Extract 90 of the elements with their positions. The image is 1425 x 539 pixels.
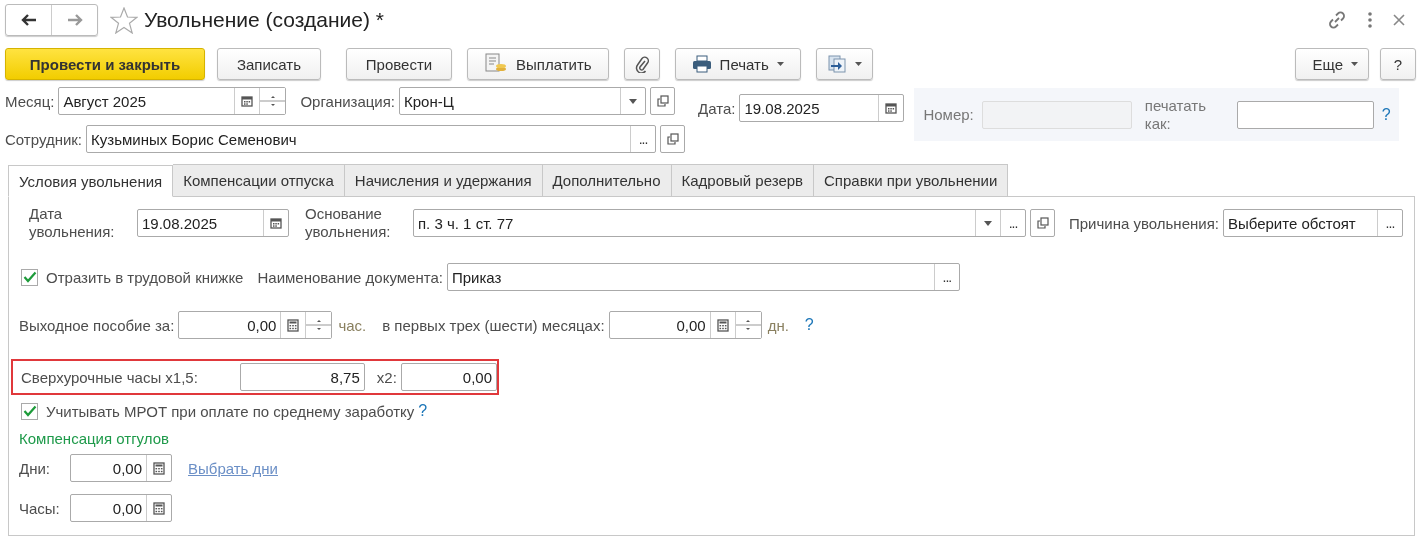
export-button[interactable] [815, 48, 873, 80]
tab[interactable]: Справки при увольнении [814, 164, 1009, 196]
reason-field[interactable]: Выберите обстоят ... [1222, 209, 1403, 237]
window-title: Увольнение (создание) * [144, 8, 384, 32]
unit-label: час. [338, 316, 367, 334]
tab[interactable]: Компенсации отпуска [173, 164, 345, 196]
more-button[interactable]: Еще [1295, 48, 1369, 80]
date-field[interactable]: 19.08.2025 [739, 94, 905, 122]
star-icon[interactable] [110, 6, 138, 34]
field-label: Сотрудник: [5, 130, 83, 148]
field-label: x2: [376, 368, 397, 386]
caret-icon [1351, 62, 1358, 66]
field-label: Номер: [923, 106, 974, 123]
printer-icon [691, 55, 712, 73]
select-button[interactable]: ... [630, 126, 656, 152]
forward-arrow-icon [66, 14, 83, 26]
field-label: Наименование документа: [257, 268, 443, 286]
overtime-x2-field[interactable]: 0,00 [400, 363, 497, 391]
save-button[interactable]: Записать [217, 48, 321, 80]
organization-field[interactable]: Крон-Ц [399, 87, 647, 115]
open-button[interactable] [1030, 209, 1055, 237]
open-button[interactable] [650, 87, 676, 115]
month-field[interactable]: Август 2025 [58, 87, 287, 115]
print-button[interactable]: Печать [674, 48, 801, 80]
field-label: Дни: [19, 459, 51, 477]
document-coins-icon [484, 53, 508, 75]
help-link[interactable]: ? [418, 402, 428, 420]
calendar-icon [270, 217, 282, 229]
field-label: Организация: [300, 92, 396, 110]
post-button[interactable]: Провести [346, 48, 452, 80]
post-and-close-button[interactable]: Провести и закрыть [5, 48, 205, 80]
calculator-icon [153, 461, 165, 475]
calculator-icon [287, 318, 300, 332]
checkbox-label: Учитывать МРОТ при оплате по среднему заработку [46, 402, 415, 420]
first-months-field[interactable]: 0,00 [608, 311, 762, 339]
checkbox-label: Отразить в трудовой книжке [46, 268, 244, 286]
open-window-icon [666, 133, 679, 145]
field-label: Дата: [698, 99, 736, 117]
caret-icon [776, 62, 784, 66]
field-label: печатать как: [1144, 96, 1207, 133]
open-button[interactable] [660, 125, 686, 153]
spin-buttons[interactable] [305, 312, 332, 338]
unit-label: дн. [767, 316, 789, 334]
tab[interactable]: Кадровый резерв [671, 164, 815, 196]
calendar-icon [241, 95, 254, 107]
days-field[interactable]: 0,00 [70, 454, 172, 482]
document-name-field[interactable]: Приказ ... [446, 263, 960, 291]
caret-icon [984, 220, 992, 226]
dismissal-date-field[interactable]: 19.08.2025 [137, 209, 289, 237]
field-label: Сверхурочные часы x1,5: [21, 368, 199, 386]
calculator-icon [716, 318, 729, 332]
severance-field[interactable]: 0,00 [178, 311, 333, 339]
calculator-icon [153, 501, 165, 515]
tab[interactable]: Условия увольнения [8, 165, 174, 197]
employee-field[interactable]: Кузьминых Борис Семенович ... [86, 125, 657, 153]
field-label: в первых трех (шести) месяцах: [382, 316, 605, 334]
pay-button[interactable]: Выплатить [467, 48, 609, 80]
section-title: Компенсация отгулов [19, 430, 170, 447]
calendar-icon [885, 102, 898, 114]
help-link[interactable]: ? [1381, 105, 1391, 124]
open-window-icon [1036, 217, 1049, 229]
attach-button[interactable] [623, 48, 660, 80]
checkbox[interactable] [21, 268, 38, 286]
documents-arrow-icon [826, 54, 847, 74]
overtime-field[interactable]: 8,75 [240, 363, 365, 391]
field-label: Часы: [19, 499, 61, 517]
help-link[interactable]: ? [804, 316, 814, 334]
close-icon[interactable] [1393, 14, 1405, 26]
field-label: Месяц: [5, 92, 55, 110]
more-icon[interactable] [1367, 11, 1373, 29]
select-button[interactable]: ... [1376, 210, 1402, 236]
field-label: Основание увольнения: [305, 205, 392, 241]
field-label: Дата увольнения: [29, 205, 116, 241]
select-button[interactable]: ... [933, 264, 959, 290]
hours-field[interactable]: 0,00 [70, 494, 172, 522]
select-button[interactable]: ... [1000, 210, 1025, 236]
field-label: Причина увольнения: [1069, 214, 1219, 232]
caret-icon [854, 62, 862, 66]
help-button[interactable]: ? [1380, 48, 1416, 80]
field-label: Выходное пособие за: [19, 316, 175, 334]
basis-field[interactable]: п. 3 ч. 1 ст. 77 ... [413, 209, 1026, 237]
checkbox[interactable] [21, 402, 38, 420]
caret-icon [629, 98, 638, 104]
back-arrow-icon [20, 14, 37, 26]
link-icon[interactable] [1327, 10, 1347, 30]
open-window-icon [656, 95, 669, 107]
tab[interactable]: Начисления и удержания [344, 164, 543, 196]
paperclip-icon [634, 55, 649, 73]
print-as-field[interactable] [1236, 100, 1374, 129]
tab[interactable]: Дополнительно [542, 164, 672, 196]
